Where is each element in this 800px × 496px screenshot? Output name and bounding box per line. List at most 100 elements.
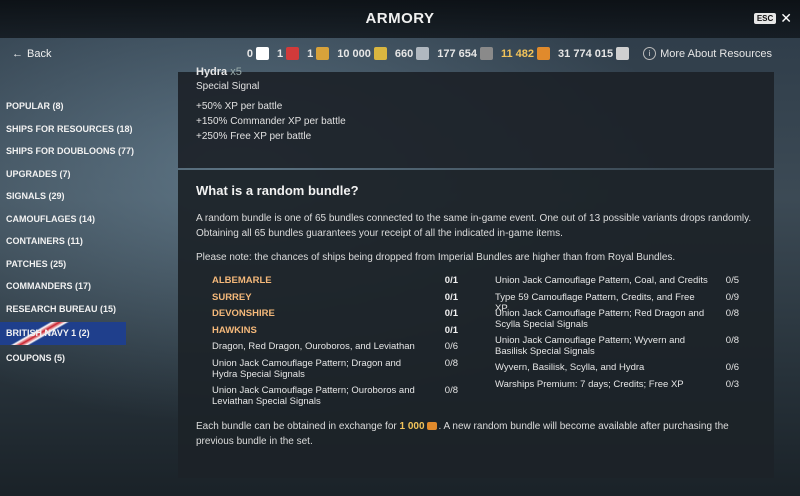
sidebar-item[interactable]: COMMANDERS (17)	[0, 275, 126, 298]
resource-item: 11 482	[501, 47, 551, 60]
resource-value: 10 000	[337, 47, 371, 60]
bundle-items-right: Union Jack Camouflage Pattern, Coal, and…	[495, 275, 740, 395]
close-button[interactable]: ESC ✕	[753, 10, 792, 26]
resource-item: 0	[247, 47, 269, 60]
signal-bonus: +50% XP per battle	[196, 101, 283, 112]
bundle-item-row: Union Jack Camouflage Pattern, Coal, and…	[495, 275, 740, 292]
item-name: Warships Premium: 7 days; Credits; Free …	[495, 378, 684, 390]
resource-value: 31 774 015	[558, 47, 614, 60]
bundle-item-row: Union Jack Camouflage Pattern; Wyvern an…	[495, 335, 740, 362]
sidebar-item[interactable]: COUPONS (5)	[0, 347, 126, 370]
signal-type: Special Signal	[196, 81, 260, 92]
item-count: 0/8	[444, 357, 458, 369]
sidebar-item[interactable]: POPULAR (8)	[0, 95, 126, 118]
resource-item: 31 774 015	[558, 47, 630, 60]
bundle-description: A random bundle is one of 65 bundles con…	[196, 213, 752, 239]
sidebar-item[interactable]: SIGNALS (29)	[0, 185, 126, 208]
coal-icon	[480, 47, 493, 60]
ship-name: ALBEMARLE	[212, 275, 272, 286]
bundle-item-row: Union Jack Camouflage Pattern; Dragon an…	[212, 358, 458, 385]
bundle-item-row: Dragon, Red Dragon, Ouroboros, and Levia…	[212, 341, 458, 358]
bundle-item-row: HAWKINS 0/1	[212, 325, 458, 342]
back-arrow-icon: ←	[12, 48, 23, 60]
doubloon-icon	[537, 47, 551, 60]
ship-name: DEVONSHIRE	[212, 308, 275, 319]
signal-title: Hydra x5	[196, 66, 242, 78]
item-count: 0/9	[725, 291, 739, 303]
sidebar-item[interactable]: CAMOUFLAGES (14)	[0, 208, 126, 231]
random-bundle-panel: What is a random bundle? A random bundle…	[178, 170, 774, 478]
item-name: Union Jack Camouflage Pattern; Red Drago…	[495, 308, 705, 330]
credits-icon	[616, 47, 630, 60]
bundle-item-row: ALBEMARLE 0/1	[212, 275, 458, 292]
resource-item: 1	[276, 47, 300, 60]
resource-value: 1	[276, 47, 284, 60]
back-button[interactable]: ← Back	[12, 48, 51, 60]
signal-bonus: +150% Commander XP per battle	[196, 116, 346, 127]
sidebar-item[interactable]: UPGRADES (7)	[0, 163, 126, 186]
bundle-items-left: ALBEMARLE 0/1 SURREY 0/1 DEVONSHIRE 0/1 HAWKIN…	[212, 275, 458, 412]
page-title: ARMORY	[365, 10, 435, 27]
bundle-item-row: Warships Premium: 7 days; Credits; Free …	[495, 379, 740, 396]
item-count: 0/3	[725, 378, 739, 390]
item-count: 0/6	[725, 362, 739, 373]
resource-item: 177 654	[437, 47, 493, 60]
token-icon	[316, 47, 330, 60]
sidebar-item[interactable]: SHIPS FOR DOUBLOONS (77)	[0, 140, 134, 163]
card-icon	[286, 47, 300, 60]
resource-value: 1	[307, 47, 314, 60]
resource-value: 0	[246, 47, 253, 60]
steel-icon	[416, 47, 430, 60]
item-count: 0/8	[725, 335, 739, 346]
bundle-footer: Each bundle can be obtained in exchange …	[196, 419, 756, 449]
bundle-note: Please note: the chances of ships being …	[196, 252, 676, 263]
signal-bonus: +250% Free XP per battle	[196, 131, 312, 142]
item-count: 0/5	[725, 275, 739, 286]
item-count: 0/6	[444, 341, 458, 352]
item-name: Wyvern, Basilisk, Scylla, and Hydra	[495, 362, 645, 373]
item-count: 0/8	[725, 308, 739, 319]
resource-item: 1	[307, 47, 330, 60]
bundle-item-row: Wyvern, Basilisk, Scylla, and Hydra 0/6	[495, 362, 740, 379]
category-sidebar: POPULAR (8) SHIPS FOR RESOURCES (18) SHIPS…	[0, 95, 134, 370]
item-name: Union Jack Camouflage Pattern; Ouroboros…	[212, 384, 415, 407]
sidebar-item[interactable]: SHIPS FOR RESOURCES (18)	[0, 118, 133, 141]
item-count: 0/1	[444, 291, 458, 303]
bundle-item-row: SURREY 0/1	[212, 292, 458, 309]
sidebar-item[interactable]: CONTAINERS (11)	[0, 230, 126, 253]
resource-list: 0 1 1 10 000 660 177 654 11 482 31 774 015 i More…	[247, 47, 772, 60]
close-icon: ✕	[780, 10, 792, 26]
item-name: Union Jack Camouflage Pattern, Coal, and…	[495, 275, 708, 286]
item-name: Dragon, Red Dragon, Ouroboros, and Levia…	[212, 341, 415, 352]
bundle-item-row: DEVONSHIRE 0/1	[212, 308, 458, 325]
ship-name: SURREY	[212, 291, 252, 303]
esc-key-badge: ESC	[753, 12, 777, 24]
ship-name: HAWKINS	[212, 324, 257, 336]
sidebar-item[interactable]: BRITISH NAVY 1 (2)	[0, 322, 126, 345]
bundle-item-row: Union Jack Camouflage Pattern; Ouroboros…	[212, 385, 458, 412]
more-about-resources-link[interactable]: i More About Resources	[643, 47, 772, 60]
signal-details-panel: Hydra x5 Special Signal +50% XP per batt…	[178, 66, 774, 168]
resource-item: 660	[394, 47, 430, 60]
resource-item: 10 000	[337, 47, 387, 60]
item-count: 0/1	[444, 324, 458, 336]
more-resources-label: More About Resources	[660, 47, 772, 60]
section-heading: What is a random bundle?	[196, 183, 359, 198]
signal-count: x5	[230, 66, 242, 78]
bundle-item-row: Union Jack Camouflage Pattern; Red Drago…	[495, 308, 740, 335]
item-name: Union Jack Camouflage Pattern; Wyvern an…	[495, 335, 686, 357]
footer-text-pre: Each bundle can be obtained in exchange …	[196, 421, 397, 432]
resource-value: 177 654	[437, 47, 477, 60]
info-icon: i	[643, 47, 657, 60]
doubloon-icon	[426, 422, 437, 431]
resource-bar: ← Back 0 1 1 10 000 660 177 654 11 482 31 774 0…	[0, 38, 800, 72]
bundle-item-row: Type 59 Camouflage Pattern, Credits, and…	[495, 291, 740, 314]
coin-icon	[373, 47, 387, 60]
bundle-price: 1 000	[399, 421, 425, 432]
item-count: 0/8	[444, 384, 458, 396]
sidebar-item[interactable]: PATCHES (25)	[0, 253, 126, 276]
sidebar-item[interactable]: RESEARCH BUREAU (15)	[0, 298, 126, 321]
back-label: Back	[27, 48, 52, 60]
signal-name: Hydra	[196, 66, 228, 78]
resource-value: 660	[394, 47, 414, 60]
